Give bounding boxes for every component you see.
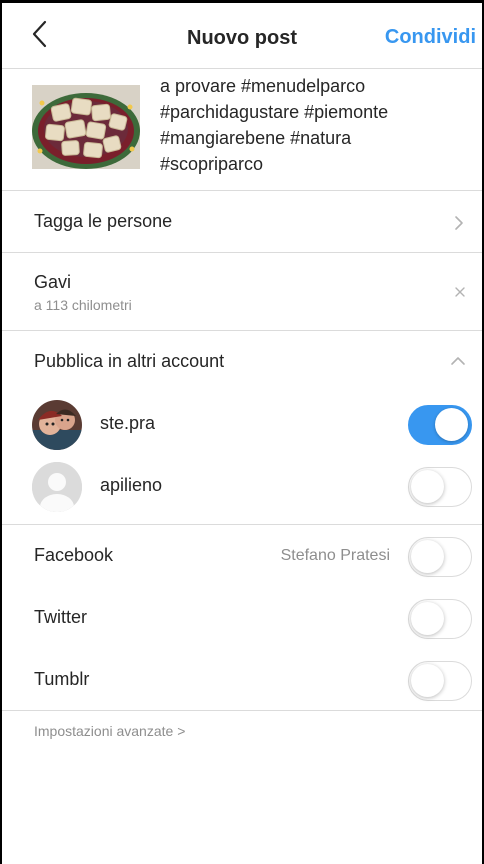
other-accounts-section: Pubblica in altri account ste.pra apilie…: [2, 331, 482, 525]
toggle-knob: [411, 664, 444, 697]
toggle-knob: [411, 470, 444, 503]
caption-line: #scopriparco: [160, 154, 264, 174]
post-thumbnail: [32, 85, 140, 169]
social-account-value: Stefano Pratesi: [280, 547, 390, 564]
post-compose: a provare #menudelparco #parchidagustare…: [2, 69, 482, 191]
social-row-tumblr[interactable]: Tumblr: [2, 649, 482, 711]
account-row[interactable]: apilieno: [2, 455, 482, 517]
nav-bar: Nuovo post Condividi: [2, 3, 482, 69]
advanced-settings-link[interactable]: Impostazioni avanzate >: [34, 723, 185, 739]
close-icon[interactable]: [454, 286, 466, 298]
screen: Nuovo post Condividi a provare #menudelp…: [0, 0, 484, 864]
caption-line: #parchidagustare #piemonte: [160, 102, 389, 122]
share-button[interactable]: Condividi: [385, 26, 476, 49]
toggle-knob: [411, 540, 444, 573]
toggle-knob: [411, 602, 444, 635]
caption-line: #mangiarebene #natura: [160, 128, 352, 148]
social-name: Twitter: [34, 607, 88, 627]
account-name: ste.pra: [100, 413, 156, 433]
toggle-knob: [435, 407, 468, 441]
location-name: Gavi: [34, 272, 72, 292]
account-toggle[interactable]: [408, 467, 472, 507]
chevron-up-icon[interactable]: [450, 356, 466, 366]
social-toggle[interactable]: [408, 537, 472, 577]
social-toggle[interactable]: [408, 661, 472, 701]
other-accounts-label: Pubblica in altri account: [34, 351, 225, 371]
avatar: [32, 462, 82, 512]
tag-people-row[interactable]: Tagga le persone: [2, 191, 482, 253]
account-toggle[interactable]: [408, 405, 472, 445]
social-name: Tumblr: [34, 669, 90, 689]
chevron-right-icon: [455, 216, 463, 230]
social-name: Facebook: [34, 545, 114, 565]
caption-text[interactable]: a provare #menudelparco #parchidagustare…: [160, 73, 480, 177]
default-avatar-icon: [32, 462, 82, 512]
social-row-facebook[interactable]: Facebook Stefano Pratesi: [2, 525, 482, 587]
caption-line: a provare #menudelparco: [160, 76, 366, 96]
account-name: apilieno: [100, 475, 163, 495]
social-toggle[interactable]: [408, 599, 472, 639]
avatar: [32, 400, 82, 450]
location-distance: a 113 chilometri: [34, 297, 132, 313]
location-row[interactable]: Gavi a 113 chilometri: [2, 253, 482, 331]
social-row-twitter[interactable]: Twitter: [2, 587, 482, 649]
tag-people-label: Tagga le persone: [34, 211, 173, 231]
account-row[interactable]: ste.pra: [2, 393, 482, 455]
